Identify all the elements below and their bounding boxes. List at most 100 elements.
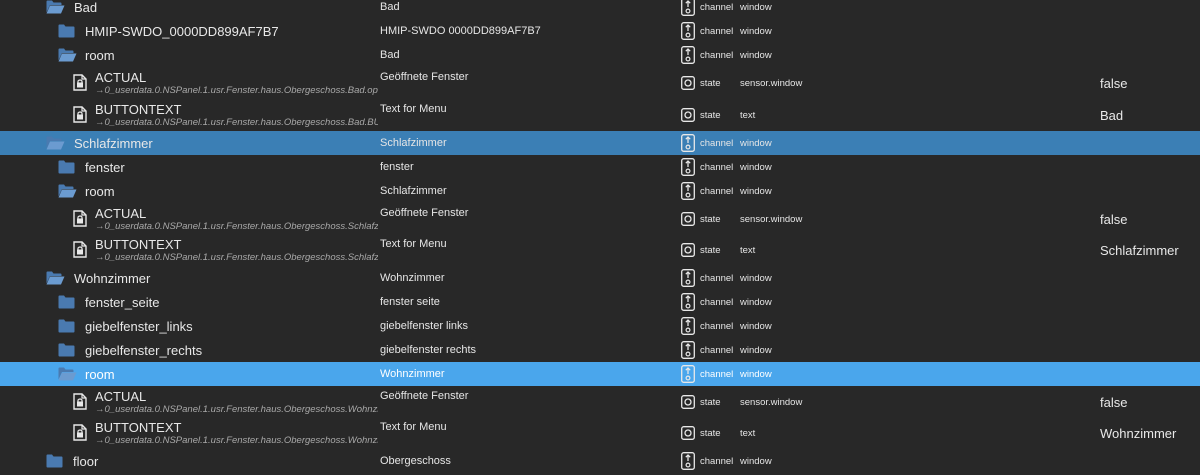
object-role: window <box>740 369 772 380</box>
tree-row[interactable]: fenster_seite fenster seite channel window <box>0 290 1200 314</box>
folder-icon[interactable] <box>58 160 75 174</box>
state-value[interactable]: Bad <box>1100 108 1123 123</box>
folder-open-icon[interactable] <box>46 0 65 14</box>
folder-open-icon[interactable] <box>58 48 77 62</box>
object-role: text <box>740 110 756 121</box>
file-lock-icon[interactable] <box>73 393 87 410</box>
tree-row[interactable]: Wohnzimmer Wohnzimmer channel window <box>0 266 1200 290</box>
state-value[interactable]: false <box>1100 395 1127 410</box>
folder-icon[interactable] <box>46 454 63 468</box>
folder-open-icon[interactable] <box>46 271 65 285</box>
object-description: Obergeschoss <box>380 455 451 467</box>
state-icon <box>681 243 695 262</box>
channel-icon <box>681 269 695 292</box>
tree-row[interactable]: room Schlafzimmer channel window <box>0 179 1200 203</box>
object-name[interactable]: Wohnzimmer <box>74 271 150 286</box>
object-role: sensor.window <box>740 397 803 408</box>
state-value[interactable]: Wohnzimmer <box>1100 426 1176 441</box>
tree-row[interactable]: room Bad channel window <box>0 43 1200 67</box>
object-name[interactable]: giebelfenster_links <box>85 319 193 334</box>
object-role: window <box>740 186 772 197</box>
object-type: channel <box>700 50 734 61</box>
object-role: window <box>740 26 772 37</box>
folder-icon[interactable] <box>58 319 75 333</box>
state-icon <box>681 108 695 127</box>
object-name[interactable]: ACTUAL <box>95 70 146 85</box>
object-name[interactable]: giebelfenster_rechts <box>85 343 202 358</box>
object-description: giebelfenster links <box>380 320 469 332</box>
state-value[interactable]: false <box>1100 212 1127 227</box>
object-role: window <box>740 50 772 61</box>
file-lock-icon[interactable] <box>73 106 87 123</box>
object-type: state <box>700 214 721 225</box>
state-value[interactable]: Schlafzimmer <box>1100 243 1179 258</box>
object-name[interactable]: HMIP-SWDO_0000DD899AF7B7 <box>85 24 279 39</box>
file-lock-icon[interactable] <box>73 241 87 258</box>
folder-open-icon[interactable] <box>58 367 77 381</box>
state-icon <box>681 76 695 95</box>
object-description: Wohnzimmer <box>380 272 445 284</box>
object-name[interactable]: BUTTONTEXT <box>95 102 181 117</box>
alias-path: →0_userdata.0.NSPanel.1.usr.Fenster.haus… <box>95 221 378 232</box>
tree-row[interactable]: ACTUAL →0_userdata.0.NSPanel.1.usr.Fenste… <box>0 203 1200 235</box>
object-name[interactable]: room <box>85 48 115 63</box>
object-role: text <box>740 428 756 439</box>
object-type: channel <box>700 297 734 308</box>
object-type: state <box>700 428 721 439</box>
folder-icon[interactable] <box>58 24 75 38</box>
state-icon <box>681 395 695 414</box>
tree-row[interactable]: room Wohnzimmer channel window <box>0 362 1200 386</box>
object-name[interactable]: room <box>85 184 115 199</box>
folder-open-icon[interactable] <box>46 136 65 150</box>
channel-icon <box>681 0 695 21</box>
object-name[interactable]: fenster_seite <box>85 295 159 310</box>
tree-row[interactable]: floor Obergeschoss channel window <box>0 449 1200 473</box>
tree-row[interactable]: BUTTONTEXT →0_userdata.0.NSPanel.1.usr.Fe… <box>0 234 1200 266</box>
object-name[interactable]: fenster <box>85 160 125 175</box>
tree-row[interactable]: giebelfenster_rechts giebelfenster rechts… <box>0 338 1200 362</box>
tree-row[interactable]: BUTTONTEXT →0_userdata.0.NSPanel.1.usr.Fe… <box>0 99 1200 131</box>
object-description: Schlafzimmer <box>380 185 447 197</box>
tree-row[interactable]: Bad Bad channel window <box>0 0 1200 19</box>
object-description: Wohnzimmer <box>380 368 445 380</box>
state-value[interactable]: false <box>1100 76 1127 91</box>
object-name[interactable]: Schlafzimmer <box>74 136 153 151</box>
object-description: fenster seite <box>380 296 440 308</box>
object-type: state <box>700 110 721 121</box>
object-type: channel <box>700 138 734 149</box>
object-name[interactable]: ACTUAL <box>95 206 146 221</box>
channel-icon <box>681 134 695 157</box>
tree-row[interactable]: Schlafzimmer Schlafzimmer channel window <box>0 131 1200 155</box>
tree-row[interactable]: ACTUAL →0_userdata.0.NSPanel.1.usr.Fenste… <box>0 386 1200 418</box>
object-type: state <box>700 397 721 408</box>
file-lock-icon[interactable] <box>73 74 87 91</box>
object-name[interactable]: BUTTONTEXT <box>95 420 181 435</box>
file-lock-icon[interactable] <box>73 210 87 227</box>
object-name[interactable]: room <box>85 367 115 382</box>
object-name[interactable]: Bad <box>74 0 97 15</box>
channel-icon <box>681 341 695 364</box>
object-type: channel <box>700 26 734 37</box>
tree-row[interactable]: fenster fenster channel window <box>0 155 1200 179</box>
object-name[interactable]: ACTUAL <box>95 389 146 404</box>
object-description: HMIP-SWDO 0000DD899AF7B7 <box>380 25 541 37</box>
object-name[interactable]: BUTTONTEXT <box>95 237 181 252</box>
tree-row[interactable]: BUTTONTEXT →0_userdata.0.NSPanel.1.usr.Fe… <box>0 417 1200 449</box>
alias-path: →0_userdata.0.NSPanel.1.usr.Fenster.haus… <box>95 252 378 263</box>
object-type: channel <box>700 321 734 332</box>
tree-row[interactable]: giebelfenster_links giebelfenster links ch… <box>0 314 1200 338</box>
object-type: channel <box>700 186 734 197</box>
tree-row[interactable]: HMIP-SWDO_0000DD899AF7B7 HMIP-SWDO 0000DD… <box>0 19 1200 43</box>
object-tree: Bad Bad channel window HMIP-SWDO_0000DD899AF… <box>0 0 1200 470</box>
file-lock-icon[interactable] <box>73 424 87 441</box>
object-type: channel <box>700 345 734 356</box>
folder-open-icon[interactable] <box>58 184 77 198</box>
channel-icon <box>681 317 695 340</box>
tree-row[interactable]: ACTUAL →0_userdata.0.NSPanel.1.usr.Fenste… <box>0 67 1200 99</box>
object-type: channel <box>700 2 734 13</box>
folder-icon[interactable] <box>58 343 75 357</box>
object-role: window <box>740 297 772 308</box>
channel-icon <box>681 46 695 69</box>
object-name[interactable]: floor <box>73 454 98 469</box>
folder-icon[interactable] <box>58 295 75 309</box>
